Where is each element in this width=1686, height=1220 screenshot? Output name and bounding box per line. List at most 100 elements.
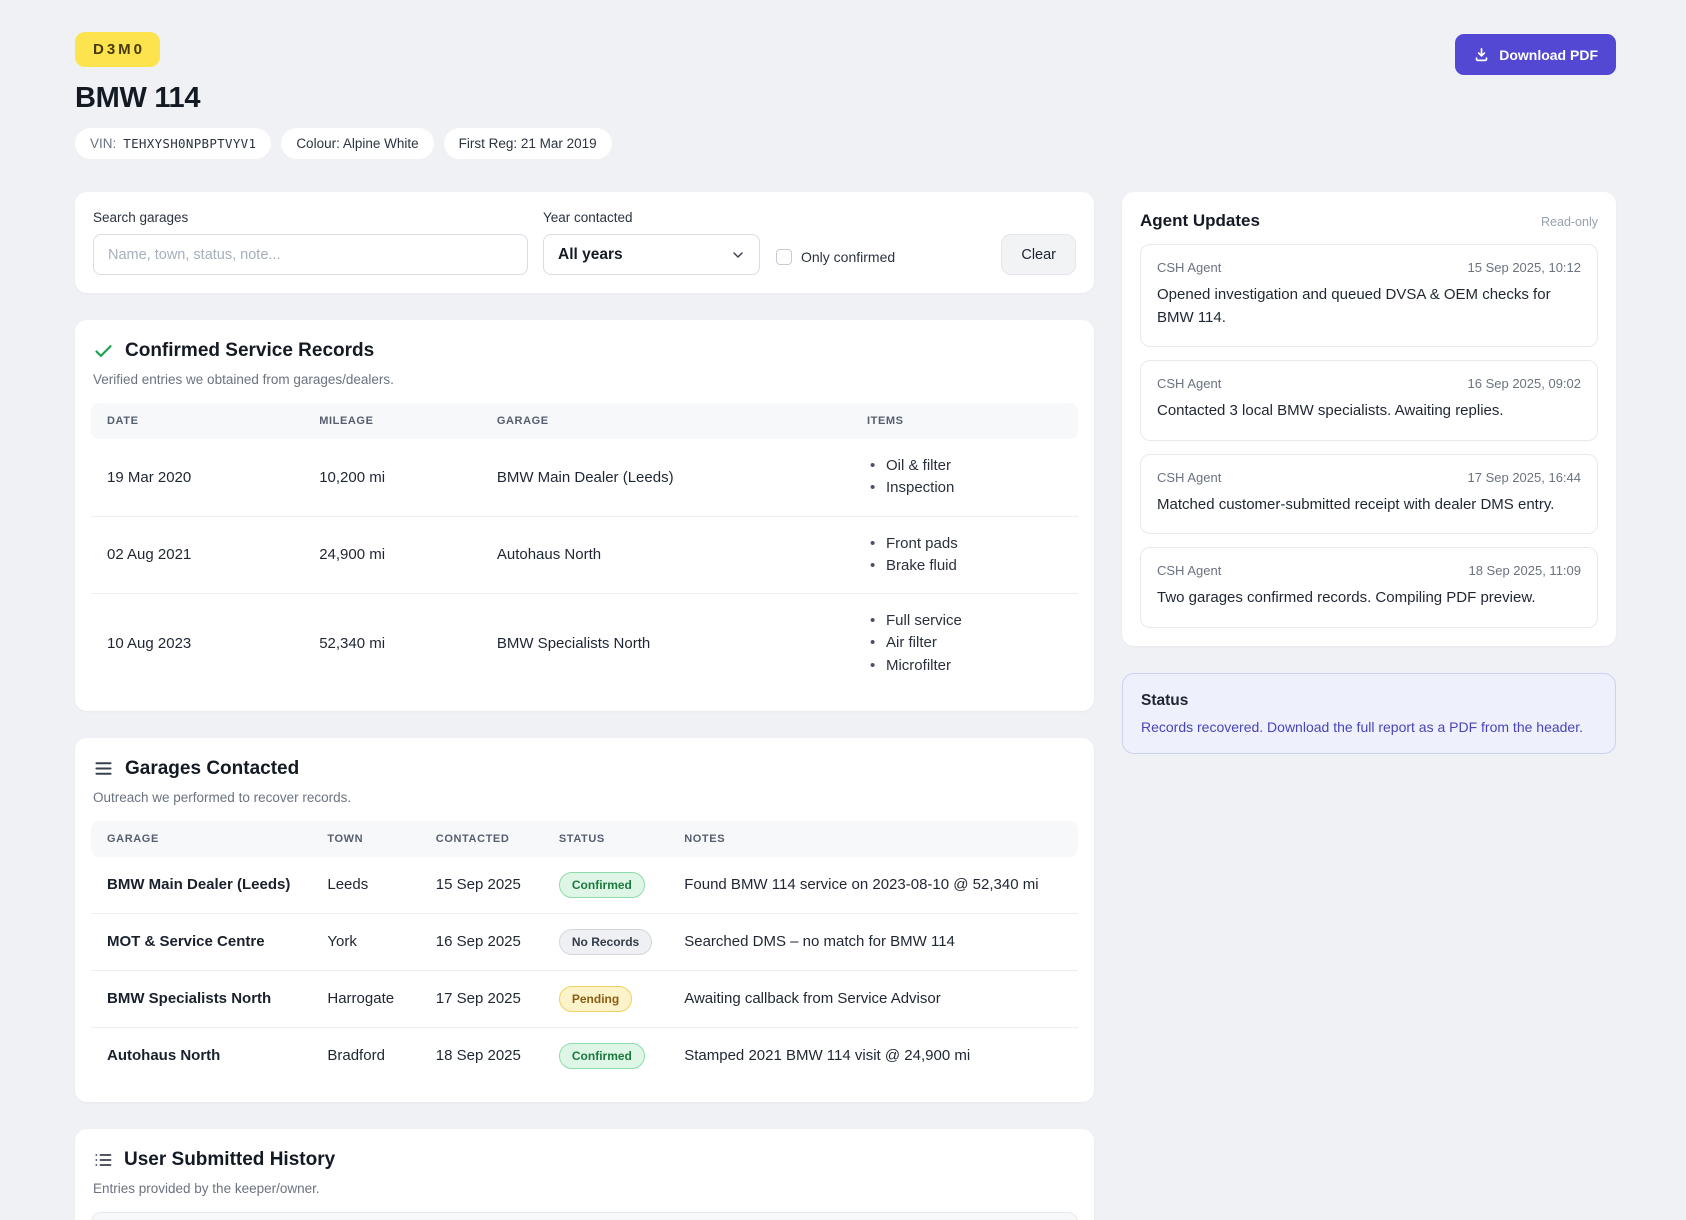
search-field: Search garages xyxy=(93,210,528,275)
clear-button[interactable]: Clear xyxy=(1001,234,1076,275)
column-header: CONTACTED xyxy=(420,821,543,857)
confirmed-records-title: Confirmed Service Records xyxy=(125,340,374,362)
agent-update-head: CSH Agent17 Sep 2025, 16:44 xyxy=(1157,470,1581,485)
garage-status-cell: No Records xyxy=(543,913,668,970)
agent-updates-card: Agent Updates Read-only CSH Agent 15 Sep … xyxy=(1122,192,1616,646)
garage-town: Bradford xyxy=(311,1027,419,1084)
user-history-card: User Submitted History Entries provided … xyxy=(75,1129,1094,1220)
garage-notes: Searched DMS – no match for BMW 114 xyxy=(668,913,1078,970)
column-header: TOWN xyxy=(311,821,419,857)
agent-update-time: 16 Sep 2025, 09:02 xyxy=(1468,376,1582,391)
agent-updates-header: Agent Updates Read-only xyxy=(1140,211,1598,231)
year-select-value: All years xyxy=(558,246,623,264)
agent-update-head: CSH Agent 18 Sep 2025, 11:09 xyxy=(1157,563,1581,578)
record-mileage: 24,900 mi xyxy=(303,516,481,594)
page: D3M0 BMW 114 VIN:TEHXYSH0NPBPTVYV1 Colour… xyxy=(0,0,1686,1220)
download-icon xyxy=(1473,46,1490,63)
garage-contacted-date: 15 Sep 2025 xyxy=(420,857,543,914)
garage-town: York xyxy=(311,913,419,970)
agent-update-text: Opened investigation and queued DVSA & O… xyxy=(1157,284,1581,329)
record-garage: Autohaus North xyxy=(481,516,851,594)
garages-contacted-subtitle: Outreach we performed to recover records… xyxy=(91,790,1078,805)
garage-contacted-date: 17 Sep 2025 xyxy=(420,970,543,1027)
record-item: Air filter xyxy=(867,633,1062,653)
list-icon xyxy=(93,1150,113,1170)
year-contacted-label: Year contacted xyxy=(543,210,760,225)
column-header: DATE xyxy=(91,403,303,439)
year-select[interactable]: All years xyxy=(543,234,760,275)
readonly-label: Read-only xyxy=(1541,215,1598,229)
agent-updates-title: Agent Updates xyxy=(1140,211,1260,231)
garages-contacted-title: Garages Contacted xyxy=(125,758,299,780)
search-garages-label: Search garages xyxy=(93,210,528,225)
garages-table: GARAGETOWNCONTACTEDSTATUSNOTESBMW Main D… xyxy=(91,821,1078,1084)
user-entry: 12 Sep 202015,800 miOil & filter at home… xyxy=(91,1212,1078,1220)
record-items-list: Oil & filterInspection xyxy=(867,456,1062,499)
main-column: Search garages Year contacted All years … xyxy=(75,192,1094,1220)
garage-status-cell: Confirmed xyxy=(543,857,668,914)
status-badge: Pending xyxy=(559,986,632,1012)
agent-update-time: 18 Sep 2025, 11:09 xyxy=(1468,563,1581,578)
menu-lines-icon xyxy=(93,758,114,779)
record-items-list: Full serviceAir filterMicrofilter xyxy=(867,611,1062,676)
garage-name: BMW Main Dealer (Leeds) xyxy=(91,857,311,914)
agent-update-author: CSH Agent xyxy=(1157,563,1221,578)
garage-notes: Stamped 2021 BMW 114 visit @ 24,900 mi xyxy=(668,1027,1078,1084)
header-left: D3M0 BMW 114 VIN:TEHXYSH0NPBPTVYV1 Colour… xyxy=(75,32,612,159)
garage-town: Leeds xyxy=(311,857,419,914)
only-confirmed-checkbox[interactable]: Only confirmed xyxy=(776,249,895,265)
demo-badge: D3M0 xyxy=(75,32,160,67)
record-date: 02 Aug 2021 xyxy=(91,516,303,594)
agent-update-author: CSH Agent xyxy=(1157,470,1221,485)
updates-list: CSH Agent 15 Sep 2025, 10:12 Opened invest… xyxy=(1140,244,1598,628)
sidebar: Agent Updates Read-only CSH Agent 15 Sep … xyxy=(1122,192,1616,754)
service-records-table: DATEMILEAGEGARAGEITEMS19 Mar 202010,200 … xyxy=(91,403,1078,693)
record-item: Front pads xyxy=(867,534,1062,554)
service-record-row: 19 Mar 202010,200 miBMW Main Dealer (Lee… xyxy=(91,439,1078,516)
confirmed-records-card: Confirmed Service Records Verified entri… xyxy=(75,320,1094,711)
agent-update-author: CSH Agent xyxy=(1157,260,1221,275)
header: D3M0 BMW 114 VIN:TEHXYSH0NPBPTVYV1 Colour… xyxy=(75,32,1616,159)
column-header: GARAGE xyxy=(91,821,311,857)
garages-contacted-card: Garages Contacted Outreach we performed … xyxy=(75,738,1094,1102)
garage-notes: Found BMW 114 service on 2023-08-10 @ 52… xyxy=(668,857,1078,914)
record-items: Front padsBrake fluid xyxy=(851,516,1078,594)
checkbox-box[interactable] xyxy=(776,249,792,265)
chip-value: TEHXYSH0NPBPTVYV1 xyxy=(123,136,256,151)
garage-name: MOT & Service Centre xyxy=(91,913,311,970)
record-date: 19 Mar 2020 xyxy=(91,439,303,516)
garage-status-cell: Pending xyxy=(543,970,668,1027)
record-item: Oil & filter xyxy=(867,456,1062,476)
chip-value: Colour: Alpine White xyxy=(296,136,418,151)
agent-update: CSH Agent17 Sep 2025, 16:44Matched custo… xyxy=(1140,454,1598,535)
record-item: Microfilter xyxy=(867,656,1062,676)
garage-status-cell: Confirmed xyxy=(543,1027,668,1084)
status-badge: Confirmed xyxy=(559,1043,645,1069)
check-icon xyxy=(93,341,114,362)
record-garage: BMW Main Dealer (Leeds) xyxy=(481,439,851,516)
vehicle-chip: First Reg: 21 Mar 2019 xyxy=(444,128,612,159)
download-pdf-button[interactable]: Download PDF xyxy=(1455,34,1616,75)
search-input[interactable] xyxy=(93,234,528,275)
column-header: GARAGE xyxy=(481,403,851,439)
garage-contacted-date: 18 Sep 2025 xyxy=(420,1027,543,1084)
column-header: NOTES xyxy=(668,821,1078,857)
filters-card: Search garages Year contacted All years … xyxy=(75,192,1094,293)
vehicle-chip: VIN:TEHXYSH0NPBPTVYV1 xyxy=(75,128,271,159)
page-title: BMW 114 xyxy=(75,82,612,115)
status-text: Records recovered. Download the full rep… xyxy=(1141,719,1597,735)
status-badge: No Records xyxy=(559,929,652,955)
agent-update-head: CSH Agent16 Sep 2025, 09:02 xyxy=(1157,376,1581,391)
record-item: Inspection xyxy=(867,478,1062,498)
garages-header-row: GARAGETOWNCONTACTEDSTATUSNOTES xyxy=(91,821,1078,857)
agent-update-time: 15 Sep 2025, 10:12 xyxy=(1468,260,1582,275)
column-header: ITEMS xyxy=(851,403,1078,439)
status-title: Status xyxy=(1141,692,1597,710)
record-date: 10 Aug 2023 xyxy=(91,594,303,693)
user-history-subtitle: Entries provided by the keeper/owner. xyxy=(91,1181,1078,1196)
column-header: STATUS xyxy=(543,821,668,857)
record-items: Oil & filterInspection xyxy=(851,439,1078,516)
records-header-row: DATEMILEAGEGARAGEITEMS xyxy=(91,403,1078,439)
garage-name: BMW Specialists North xyxy=(91,970,311,1027)
user-entries-list: 12 Sep 202015,800 miOil & filter at home… xyxy=(91,1212,1078,1220)
